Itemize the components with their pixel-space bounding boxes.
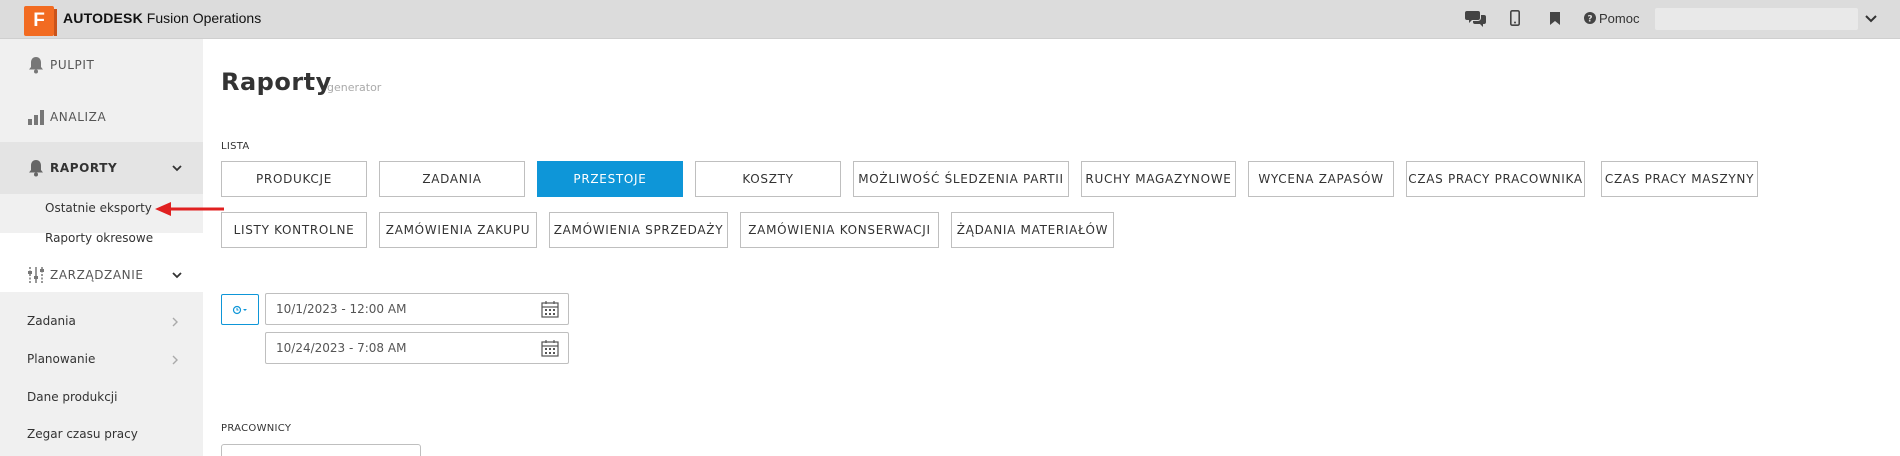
sliders-icon	[28, 267, 44, 283]
date-to-value: 10/24/2023 - 7:08 AM	[276, 341, 407, 355]
chevron-down-icon[interactable]	[170, 268, 184, 282]
page-title: Raporty	[221, 68, 332, 96]
report-button-zadania[interactable]: ZADANIA	[379, 161, 525, 197]
report-button-czas-pracy-pracownika[interactable]: CZAS PRACY PRACOWNIKA	[1406, 161, 1585, 197]
calendar-icon[interactable]	[541, 339, 559, 357]
employees-label: PRACOWNICY	[221, 423, 292, 434]
help-icon: ?	[1584, 12, 1596, 24]
employees-select[interactable]	[221, 444, 421, 456]
sidebar-subitem-zadania[interactable]: Zadania	[27, 314, 76, 328]
calendar-icon[interactable]	[541, 300, 559, 318]
chevron-right-icon	[172, 317, 178, 327]
clock-icon	[232, 305, 247, 314]
sidebar-item-label: PULPIT	[50, 58, 95, 72]
sidebar-item-label: RAPORTY	[50, 161, 118, 175]
app-title: AUTODESK Fusion Operations	[63, 10, 261, 26]
date-from-field[interactable]: 10/1/2023 - 12:00 AM	[265, 293, 569, 325]
sidebar-item-label: ANALIZA	[50, 110, 107, 124]
sidebar-subitem-raporty-okresowe[interactable]: Raporty okresowe	[45, 231, 153, 245]
sidebar-item-pulpit[interactable]: PULPIT	[0, 43, 203, 87]
product-name: Fusion Operations	[146, 10, 262, 26]
report-button-produkcje[interactable]: PRODUKCJE	[221, 161, 367, 197]
report-button-przestoje[interactable]: PRZESTOJE	[537, 161, 683, 197]
report-button-zadania-materialow[interactable]: ŻĄDANIA MATERIAŁÓW	[951, 212, 1114, 248]
sidebar-item-raporty[interactable]: RAPORTY	[0, 142, 203, 194]
fusion-logo[interactable]: F	[24, 6, 57, 36]
mobile-icon[interactable]	[1508, 8, 1522, 28]
report-button-zamowienia-konserwacji[interactable]: ZAMÓWIENIA KONSERWACJI	[740, 212, 939, 248]
bell-icon	[29, 160, 43, 177]
sidebar-subitem-zegar-czasu-pracy[interactable]: Zegar czasu pracy	[27, 427, 138, 441]
chat-icon[interactable]	[1465, 8, 1487, 28]
sidebar-subitem-ostatnie-eksporty[interactable]: Ostatnie eksporty	[45, 201, 152, 215]
date-to-field[interactable]: 10/24/2023 - 7:08 AM	[265, 332, 569, 364]
report-button-ruchy-magazynowe[interactable]: RUCHY MAGAZYNOWE	[1081, 161, 1236, 197]
brand-name: AUTODESK	[63, 10, 143, 26]
bell-icon	[29, 57, 43, 74]
bar-chart-icon	[28, 110, 44, 125]
report-button-mozliwosc-sledzenia-partii[interactable]: MOŻLIWOŚĆ ŚLEDZENIA PARTII	[853, 161, 1069, 197]
report-button-listy-kontrolne[interactable]: LISTY KONTROLNE	[221, 212, 367, 248]
bookmark-icon[interactable]	[1548, 8, 1562, 28]
report-button-zamowienia-zakupu[interactable]: ZAMÓWIENIA ZAKUPU	[379, 212, 537, 248]
sidebar-subitem-planowanie[interactable]: Planowanie	[27, 352, 95, 366]
annotation-arrow-icon	[155, 202, 224, 216]
logo-letter: F	[33, 10, 45, 31]
date-from-value: 10/1/2023 - 12:00 AM	[276, 302, 407, 316]
report-button-koszty[interactable]: KOSZTY	[695, 161, 841, 197]
time-mode-dropdown[interactable]	[221, 294, 259, 325]
top-bar: F AUTODESK Fusion Operations ? Pomoc	[0, 0, 1900, 39]
list-label: LISTA	[221, 141, 250, 152]
chevron-right-icon	[172, 355, 178, 365]
report-button-czas-pracy-maszyny[interactable]: CZAS PRACY MASZYNY	[1601, 161, 1758, 197]
svg-text:?: ?	[1587, 15, 1592, 25]
sidebar-item-analiza[interactable]: ANALIZA	[0, 95, 203, 139]
page-subtitle: generator	[327, 81, 382, 94]
help-button[interactable]: ? Pomoc	[1584, 8, 1644, 28]
chevron-down-icon[interactable]	[170, 161, 184, 175]
sidebar: PULPIT ANALIZA RAPORTY Ostatnie eksporty…	[0, 39, 203, 456]
report-button-wycena-zapasow[interactable]: WYCENA ZAPASÓW	[1248, 161, 1394, 197]
user-selector[interactable]	[1655, 8, 1858, 30]
sidebar-item-zarzadzanie[interactable]: ZARZĄDZANIE	[0, 253, 203, 297]
report-button-zamowienia-sprzedazy[interactable]: ZAMÓWIENIA SPRZEDAŻY	[549, 212, 728, 248]
sidebar-subitem-dane-produkcji[interactable]: Dane produkcji	[27, 390, 117, 404]
chevron-down-icon[interactable]	[1862, 9, 1880, 27]
sidebar-item-label: ZARZĄDZANIE	[50, 268, 144, 282]
help-label: Pomoc	[1599, 10, 1640, 26]
